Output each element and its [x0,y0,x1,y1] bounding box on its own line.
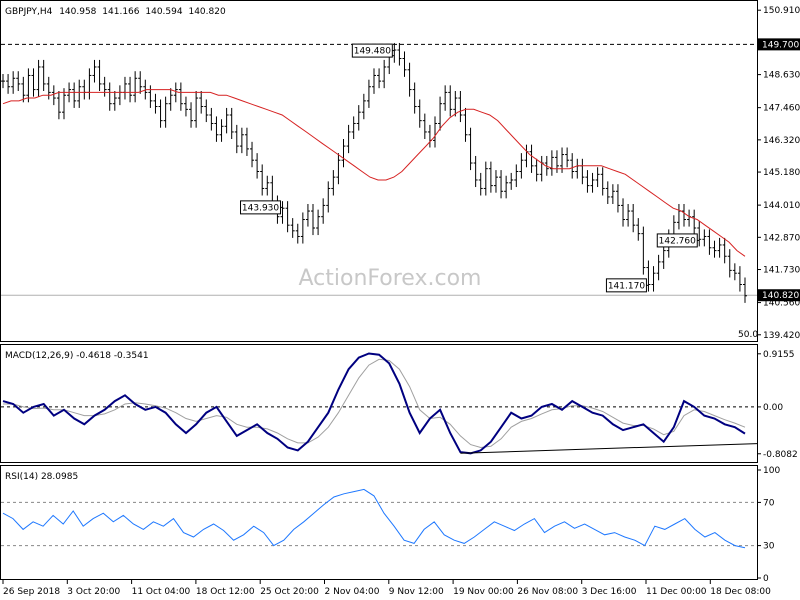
rsi-layer: 100 70 30 0 [1,466,780,584]
price-axis-label: 148.630 [763,71,800,81]
macd-layer: 0.9155 0.00 -0.8082 [1,350,798,460]
macd-trendline [460,443,758,454]
x-axis-label: 9 Nov 12:00 [389,587,444,597]
price-axis-label: 139.420 [763,331,800,341]
rsi-axis-label: 0 [763,574,769,584]
moving-average-line [2,89,746,257]
rsi-line [2,488,746,549]
x-axis: 26 Sep 2018 3 Oct 20:00 11 Oct 04:00 18 Oct… [2,580,771,597]
x-axis-label: 3 Dec 16:00 [582,587,637,597]
price-axis-label: 147.460 [763,104,800,114]
price-axis-label: 146.320 [763,136,800,146]
price-annotation-label: 143.930 [242,203,279,213]
chart-canvas: GBPJPY,H4 140.958 141.166 140.594 140.82… [0,0,800,597]
price-axis-label: 150.910 [763,6,800,16]
watermark: ActionForex.com [299,266,482,291]
rsi-axis-label: 100 [763,466,780,476]
price-axis-label: 142.870 [763,233,800,243]
x-axis-label: 11 Oct 04:00 [132,587,191,597]
x-axis-label: 18 Dec 08:00 [710,587,771,597]
macd-axis-label: 0.9155 [763,350,795,360]
price-annotation-label: 141.170 [608,281,645,291]
current-price-tag-label: 140.820 [762,291,799,301]
rsi-axis-label: 70 [763,498,775,508]
price-annotation-label: 142.760 [659,236,696,246]
x-axis-label: 2 Nov 04:00 [325,587,380,597]
level-price-tag-label: 149.700 [762,40,799,50]
macd-signal-line [3,358,746,449]
x-axis-label: 25 Oct 20:00 [260,587,319,597]
price-annotation-label: 149.480 [354,47,391,57]
macd-panel [0,344,758,463]
ma-label: 50.0 [738,330,758,340]
rsi-title: RSI(14) 28.0985 [5,472,78,482]
price-axis-label: 141.730 [763,266,800,276]
x-axis-label: 26 Nov 08:00 [517,587,578,597]
macd-axis-label: -0.8082 [763,450,798,460]
rsi-axis-label: 30 [763,542,775,552]
x-axis-label: 18 Oct 12:00 [196,587,255,597]
macd-line [2,352,746,455]
price-axis-label: 144.010 [763,201,800,211]
x-axis-label: 3 Oct 20:00 [67,587,120,597]
macd-axis-label: 0.00 [763,403,783,413]
x-axis-label: 19 Nov 00:00 [453,587,514,597]
price-axis-label: 145.180 [763,168,800,178]
macd-title: MACD(12,26,9) -0.4618 -0.3541 [5,351,149,361]
x-axis-label: 11 Dec 00:00 [646,587,707,597]
price-header: GBPJPY,H4 140.958 141.166 140.594 140.82… [5,7,226,17]
rsi-panel [0,465,758,580]
x-axis-label: 26 Sep 2018 [3,587,60,597]
